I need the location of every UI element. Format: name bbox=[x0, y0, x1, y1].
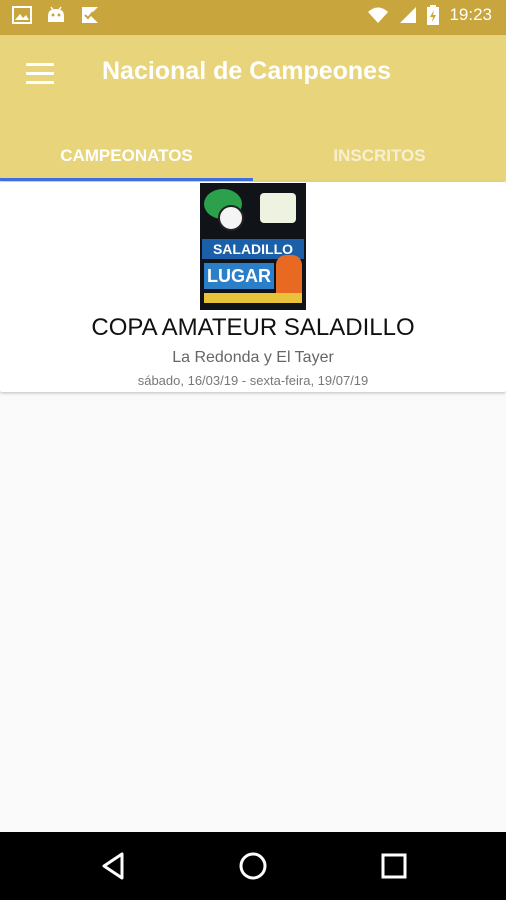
navigation-bar bbox=[0, 832, 506, 900]
championship-dates: sábado, 16/03/19 - sexta-feira, 19/07/19 bbox=[137, 373, 369, 388]
status-time: 19:23 bbox=[449, 5, 492, 24]
tab-bar: CAMPEONATOS INSCRITOS bbox=[0, 131, 506, 181]
home-icon[interactable] bbox=[237, 850, 269, 882]
image-icon bbox=[12, 6, 32, 24]
poster-tagline: LUGAR bbox=[204, 263, 274, 289]
championship-card[interactable]: SALADILLO LUGAR COPA AMATEUR SALADILLO L… bbox=[0, 182, 506, 392]
back-icon[interactable] bbox=[98, 850, 130, 882]
wifi-icon bbox=[368, 7, 389, 23]
app-bar: Nacional de Campeones CAMPEONATOS INSCRI… bbox=[0, 35, 506, 181]
check-flag-icon bbox=[82, 7, 98, 23]
tab-inscritos[interactable]: INSCRITOS bbox=[253, 131, 506, 181]
tab-campeonatos[interactable]: CAMPEONATOS bbox=[0, 131, 253, 181]
championship-poster: SALADILLO LUGAR bbox=[200, 183, 306, 310]
app-title: Nacional de Campeones bbox=[102, 57, 391, 85]
championship-venue: La Redonda y El Tayer bbox=[172, 349, 334, 366]
android-icon bbox=[48, 6, 64, 22]
tab-indicator bbox=[0, 178, 253, 181]
championship-title: COPA AMATEUR SALADILLO bbox=[91, 314, 415, 341]
battery-charging-icon bbox=[427, 5, 440, 25]
signal-icon bbox=[400, 7, 417, 23]
status-bar: 19:23 bbox=[0, 0, 506, 35]
recents-icon[interactable] bbox=[378, 850, 410, 882]
hamburger-menu-icon[interactable] bbox=[26, 63, 54, 85]
